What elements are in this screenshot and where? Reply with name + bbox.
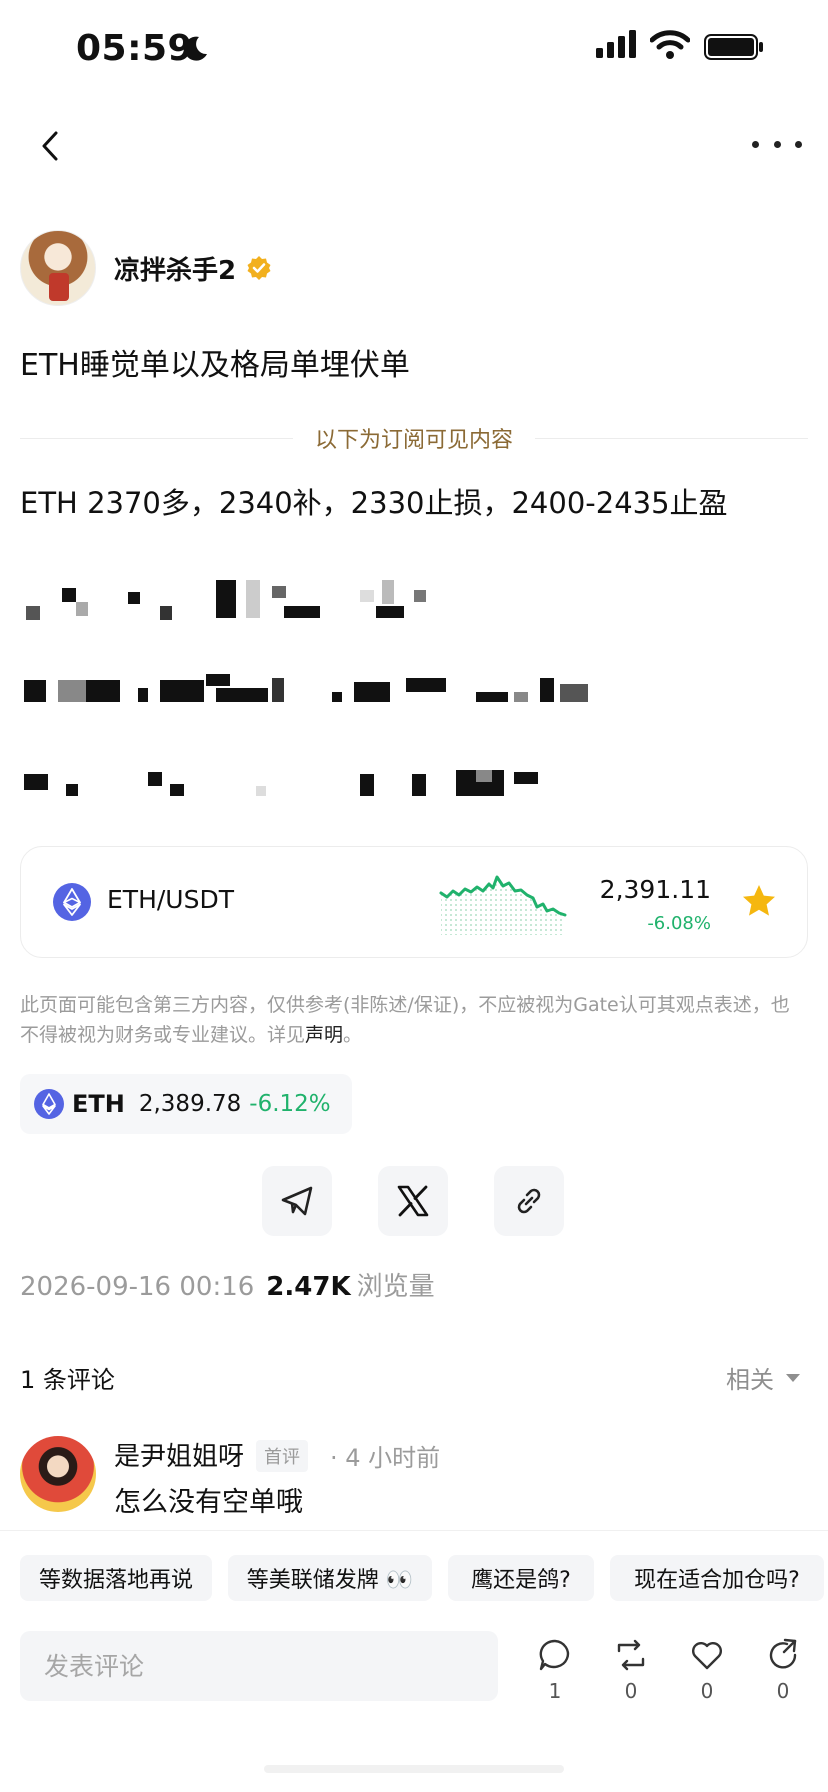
disclaimer-text: 此页面可能包含第三方内容，仅供参考(非陈述/保证)，不应被视为Gate认可其观点… (20, 994, 790, 1046)
comments-header: 1 条评论 相关 (20, 1356, 808, 1396)
token-symbol: ETH (72, 1090, 125, 1118)
pair-name: ETH/USDT (107, 885, 234, 914)
back-button[interactable] (30, 124, 74, 168)
masked-content-line-1 (20, 578, 680, 628)
first-comment-badge: 首评 (256, 1440, 308, 1472)
pair-price: 2,391.11 (599, 875, 711, 904)
post-meta: 2026-09-16 00:16 2.47K 浏览量 (20, 1266, 435, 1303)
disclaimer-link[interactable]: 声明 (305, 1024, 343, 1046)
comment-item[interactable]: 是尹姐姐呀 首评 · 4 小时前 怎么没有空单哦 (20, 1436, 808, 1518)
pair-card[interactable]: ETH/USDT 2,391.11 -6.08% (20, 846, 808, 958)
comment-action[interactable]: 1 (530, 1637, 580, 1703)
status-bar: 05:59 (0, 0, 828, 100)
comment-sort-dropdown[interactable]: 相关 (726, 1360, 800, 1395)
nav-bar (0, 110, 828, 180)
masked-content-line-2 (20, 674, 680, 724)
commenter-name[interactable]: 是尹姐姐呀 (114, 1436, 244, 1473)
like-icon (692, 1642, 722, 1670)
post-title: ETH睡觉单以及格局单埋伏单 (20, 348, 410, 383)
author-avatar[interactable] (20, 230, 96, 306)
link-icon (517, 1188, 541, 1214)
x-icon (397, 1185, 429, 1217)
comment-input[interactable] (20, 1631, 498, 1701)
verified-badge-icon (247, 256, 271, 280)
disclaimer-end: 。 (343, 1024, 363, 1046)
comment-count: 1 (548, 1679, 562, 1703)
subscriber-divider-label: 以下为订阅可见内容 (315, 428, 514, 453)
more-dot (752, 140, 759, 148)
price-sparkline (439, 875, 567, 935)
pair-change: -6.08% (647, 913, 711, 934)
author-row[interactable]: 凉拌杀手2 (20, 230, 272, 306)
post-visible-text: ETH 2370多，2340补，2330止损，2400-2435止盈 (20, 486, 728, 520)
home-indicator (264, 1765, 564, 1773)
repost-icon (617, 1639, 645, 1671)
post-datetime: 2026-09-16 00:16 (20, 1272, 255, 1302)
comments-count: 1 条评论 (20, 1366, 115, 1394)
repost-count: 0 (624, 1679, 638, 1703)
comment-sort-label: 相关 (726, 1366, 774, 1394)
share-row (262, 1166, 564, 1236)
share-x-button[interactable] (378, 1166, 448, 1236)
disclaimer: 此页面可能包含第三方内容，仅供参考(非陈述/保证)，不应被视为Gate认可其观点… (20, 990, 808, 1050)
more-dot (773, 140, 781, 148)
comment-time: · 4 小时前 (330, 1444, 441, 1472)
token-price: 2,389.78 (138, 1091, 242, 1117)
moon-icon (184, 36, 207, 61)
commenter-avatar[interactable] (20, 1436, 96, 1512)
token-chip[interactable]: ETH 2,389.78 -6.12% (20, 1074, 352, 1134)
repost-action[interactable]: 0 (606, 1637, 656, 1703)
wifi-icon (650, 30, 690, 59)
share-count: 0 (776, 1679, 790, 1703)
eth-logo-icon (34, 1089, 64, 1119)
quick-reply-chip[interactable]: 等美联储发牌 👀 (228, 1555, 432, 1601)
copy-link-button[interactable] (494, 1166, 564, 1236)
eth-logo-icon (53, 883, 91, 921)
chevron-left-icon (42, 131, 58, 161)
signal-icon (596, 30, 636, 58)
token-change: -6.12% (249, 1091, 331, 1117)
status-time: 05:59 (76, 28, 194, 69)
more-dot (795, 140, 802, 148)
subscriber-divider: 以下为订阅可见内容 (20, 418, 809, 458)
like-count: 0 (700, 1679, 714, 1703)
view-count-label: 浏览量 (356, 1272, 435, 1302)
share-telegram-button[interactable] (262, 1166, 332, 1236)
bottom-panel: 等数据落地再说 等美联储发牌 👀 鹰还是鸽? 现在适合加仓吗? 1 0 0 0 (0, 1530, 828, 1792)
like-action[interactable]: 0 (682, 1637, 732, 1703)
comment-icon (539, 1639, 570, 1671)
comment-text: 怎么没有空单哦 (114, 1487, 303, 1518)
author-name[interactable]: 凉拌杀手2 (114, 250, 236, 287)
telegram-icon (281, 1186, 313, 1216)
quick-reply-chip[interactable]: 现在适合加仓吗? (610, 1555, 824, 1601)
masked-content-line-3 (20, 764, 680, 814)
favorite-star-icon[interactable] (741, 883, 777, 919)
more-button[interactable] (752, 126, 802, 162)
quick-reply-chip[interactable]: 等数据落地再说 (20, 1555, 212, 1601)
battery-icon (704, 34, 763, 60)
share-icon (769, 1638, 797, 1669)
view-count: 2.47K (266, 1272, 351, 1302)
quick-reply-chip[interactable]: 鹰还是鸽? (448, 1555, 594, 1601)
share-action[interactable]: 0 (758, 1637, 808, 1703)
caret-down-icon (786, 1373, 800, 1382)
